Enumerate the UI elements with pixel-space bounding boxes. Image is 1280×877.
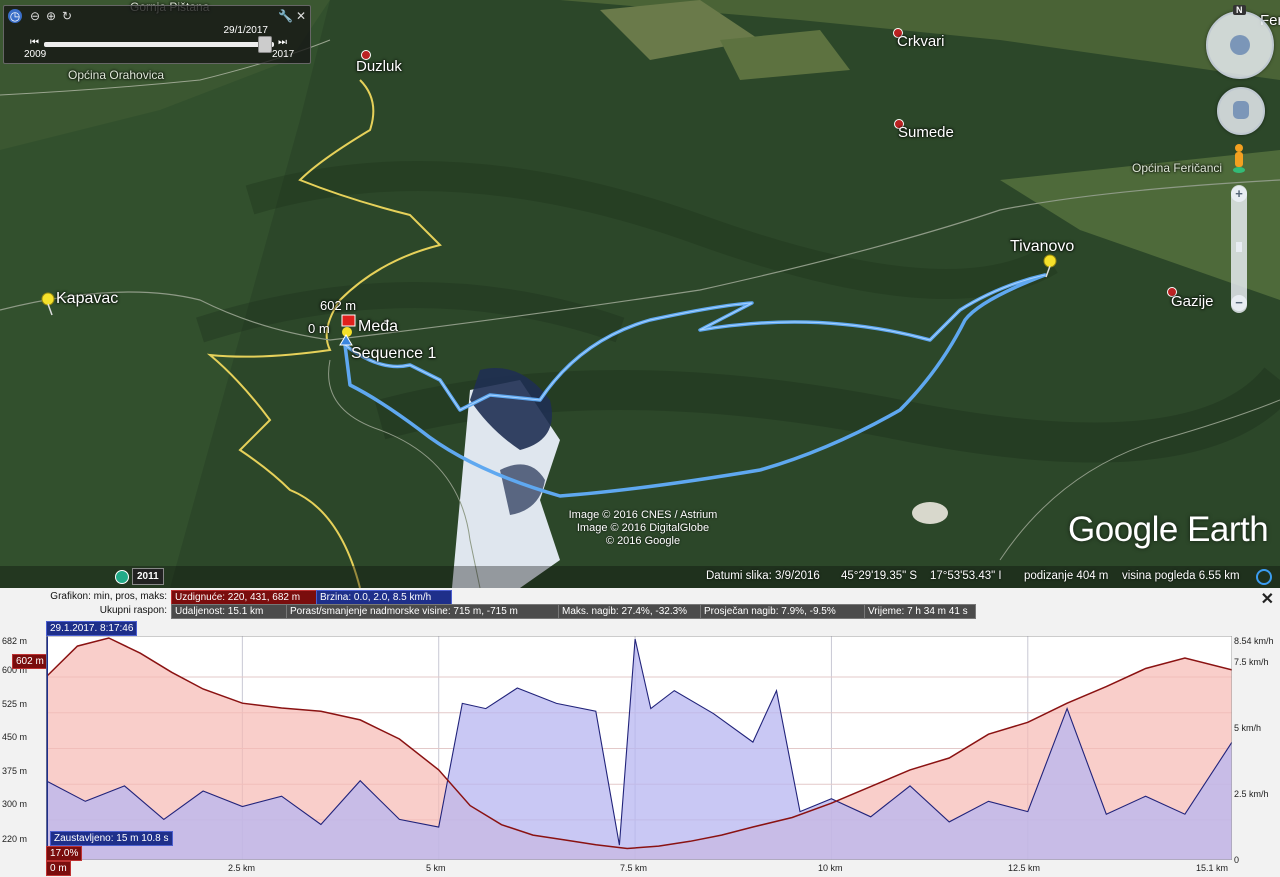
- hand-icon: [1233, 101, 1249, 119]
- look-control[interactable]: [1206, 11, 1274, 79]
- place-label: Gazije: [1171, 293, 1214, 310]
- credit-line: Image © 2016 DigitalGlobe: [576, 522, 710, 534]
- place-label: Općina Feričanci: [1132, 161, 1223, 175]
- historical-year: 2011: [132, 568, 164, 585]
- credit-line: © 2016 Google: [605, 535, 681, 547]
- range-label: Ukupni raspon:: [99, 605, 167, 616]
- clock-icon[interactable]: ◷: [8, 9, 22, 23]
- wrench-icon[interactable]: 🔧: [278, 9, 293, 23]
- credit-line: Image © 2016 CNES / Astrium: [568, 509, 718, 521]
- slider-date: 29/1/2017: [223, 25, 269, 36]
- streaming-indicator-icon: [1256, 569, 1272, 585]
- imagery-credits: Image © 2016 CNES / Astrium Image © 2016…: [548, 509, 738, 548]
- speed-stat-tag[interactable]: Brzina: 0.0, 2.0, 8.5 km/h: [316, 590, 452, 605]
- x-tick: 2.5 km: [228, 863, 256, 873]
- distance-tag: Udaljenost: 15.1 km: [171, 604, 287, 619]
- close-profile-icon[interactable]: ✕: [1261, 589, 1274, 609]
- google-earth-logo: Google Earth: [1068, 510, 1269, 549]
- start-elevation-label: 602 m: [320, 298, 357, 313]
- duration-tag: Vrijeme: 7 h 34 m 41 s: [864, 604, 976, 619]
- zero-elevation-label: 0 m: [308, 321, 330, 336]
- stopped-time-tag: Zaustavljeno: 15 m 10.8 s: [50, 831, 173, 846]
- satellite-imagery: [0, 0, 1280, 588]
- zoom-out-icon[interactable]: ⊖: [28, 9, 42, 23]
- x-tick: 7.5 km: [620, 863, 648, 873]
- y-tick-left: 525 m: [2, 699, 28, 709]
- place-label: Sumede: [898, 124, 954, 141]
- status-bar: Datumi slika: 3/9/2016 45°29'19.35" S 17…: [0, 566, 1280, 588]
- place-label: Duzluk: [356, 58, 402, 75]
- x-tick: 10 km: [818, 863, 843, 873]
- historical-imagery-badge[interactable]: 2011: [115, 568, 164, 585]
- profile-chart[interactable]: [46, 636, 1232, 860]
- y-tick-right: 8.54 km/h: [1234, 636, 1274, 646]
- slider-start-year: 2009: [24, 49, 47, 60]
- eye-altitude-readout: visina pogleda 6.55 km: [1122, 570, 1240, 582]
- time-slider-handle[interactable]: [258, 36, 272, 53]
- clock-icon: [115, 569, 129, 584]
- refresh-icon[interactable]: ↻: [60, 9, 74, 23]
- y-tick-left: 300 m: [2, 799, 28, 809]
- x-tick: 15.1 km: [1196, 863, 1229, 873]
- y-tick-right: 7.5 km/h: [1234, 657, 1269, 667]
- placemark-label[interactable]: Međa: [358, 318, 398, 336]
- longitude-readout: 17°53'53.43" I: [930, 570, 1002, 582]
- zoom-slider-handle[interactable]: [1236, 242, 1242, 252]
- slope-tag: 17.0%: [46, 846, 83, 861]
- y-tick-left: 375 m: [2, 766, 28, 776]
- eye-icon: [1230, 35, 1250, 55]
- y-tick-left: 682 m: [2, 636, 28, 646]
- zoom-out-button[interactable]: −: [1231, 295, 1247, 311]
- y-tick-right: 2.5 km/h: [1234, 789, 1269, 799]
- slider-end-year: 2017: [272, 49, 295, 60]
- pushpin-icon[interactable]: [1042, 254, 1060, 278]
- x-tick: 5 km: [426, 863, 446, 873]
- time-slider-track[interactable]: [44, 42, 274, 47]
- latitude-readout: 45°29'19.35" S: [841, 570, 918, 582]
- y-tick-right: 5 km/h: [1234, 723, 1262, 733]
- close-icon[interactable]: ✕: [294, 9, 308, 23]
- place-label: Crkvari: [897, 33, 945, 50]
- placemark-label[interactable]: Tivanovo: [1010, 238, 1074, 256]
- track-label[interactable]: Sequence 1: [351, 345, 436, 363]
- y-tick-left: 450 m: [2, 732, 28, 742]
- zoom-in-icon[interactable]: ⊕: [44, 9, 58, 23]
- north-icon[interactable]: N: [1233, 5, 1246, 15]
- elevation-readout: podizanje 404 m: [1024, 570, 1109, 582]
- street-view-pegman-icon[interactable]: [1233, 143, 1245, 173]
- step-forward-icon[interactable]: ⏭: [278, 37, 287, 48]
- imagery-date: Datumi slika: 3/9/2016: [706, 570, 820, 582]
- cursor-elevation-tag: 602 m: [12, 654, 48, 669]
- graph-label: Grafikon: min, pros, maks:: [50, 591, 167, 602]
- gain-loss-tag: Porast/smanjenje nadmorske visine: 715 m…: [286, 604, 560, 619]
- move-control[interactable]: [1217, 87, 1265, 135]
- avg-slope-tag: Prosječan nagib: 7.9%, -9.5%: [700, 604, 866, 619]
- elevation-stat-tag[interactable]: Uzdignuće: 220, 431, 682 m: [171, 590, 319, 605]
- y-tick-left: 220 m: [2, 834, 28, 844]
- map-view[interactable]: Gornja Pištana Općina Orahovica Duzluk C…: [0, 0, 1280, 588]
- step-back-icon[interactable]: ⏮: [30, 37, 39, 48]
- distance-cursor-tag: 0 m: [46, 861, 71, 876]
- zoom-in-button[interactable]: +: [1231, 186, 1247, 202]
- max-slope-tag: Maks. nagib: 27.4%, -32.3%: [558, 604, 704, 619]
- elevation-profile-panel: Grafikon: min, pros, maks: Uzdignuće: 22…: [0, 588, 1280, 877]
- place-label: Općina Orahovica: [68, 68, 165, 82]
- x-tick: 12.5 km: [1008, 863, 1041, 873]
- cursor-time-tag: 29.1.2017. 8:17:46: [46, 621, 138, 636]
- y-tick-right: 0: [1234, 855, 1240, 865]
- time-slider-panel: ◷ ⊖ ⊕ ↻ 🔧 ✕ 29/1/2017 ⏮ ⏭ 2009 2017: [3, 5, 311, 64]
- placemark-label[interactable]: Kapavac: [56, 290, 118, 308]
